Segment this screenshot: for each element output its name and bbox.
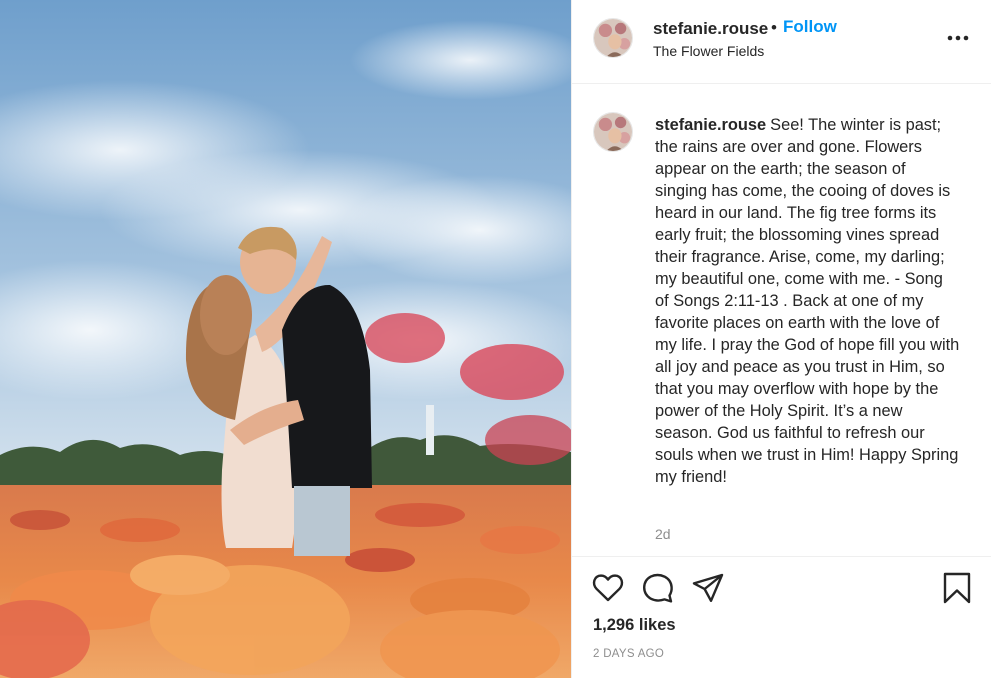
comment-icon[interactable] (641, 571, 675, 605)
avatar-image (594, 19, 632, 57)
post-photo[interactable] (0, 0, 571, 678)
photo-couple-in-flower-field (0, 0, 571, 678)
avatar-image (594, 113, 632, 151)
location-link[interactable]: The Flower Fields (653, 43, 764, 59)
caption-avatar[interactable] (593, 112, 633, 152)
likes-count[interactable]: 1,296 likes (593, 616, 676, 635)
caption-text: stefanie.rouse See! The winter is past; t… (655, 114, 960, 488)
share-icon[interactable] (691, 571, 725, 605)
more-options-icon[interactable] (944, 24, 972, 52)
post-header: stefanie.rouse • Follow The Flower Field… (572, 0, 991, 84)
action-bar: 1,296 likes 2 DAYS AGO (572, 556, 991, 678)
caption-username[interactable]: stefanie.rouse (655, 116, 766, 134)
caption-timestamp[interactable]: 2d (655, 526, 671, 542)
caption-section: stefanie.rouse See! The winter is past; t… (572, 84, 991, 556)
bookmark-icon[interactable] (940, 571, 974, 605)
follow-button[interactable]: Follow (783, 17, 837, 37)
separator-dot: • (771, 18, 777, 37)
caption-body: See! The winter is past; the rains are o… (655, 116, 960, 486)
post-date[interactable]: 2 DAYS AGO (593, 648, 664, 660)
post-details-panel: stefanie.rouse • Follow The Flower Field… (571, 0, 991, 678)
username-link[interactable]: stefanie.rouse (653, 19, 768, 39)
heart-icon[interactable] (591, 571, 625, 605)
avatar[interactable] (593, 18, 633, 58)
